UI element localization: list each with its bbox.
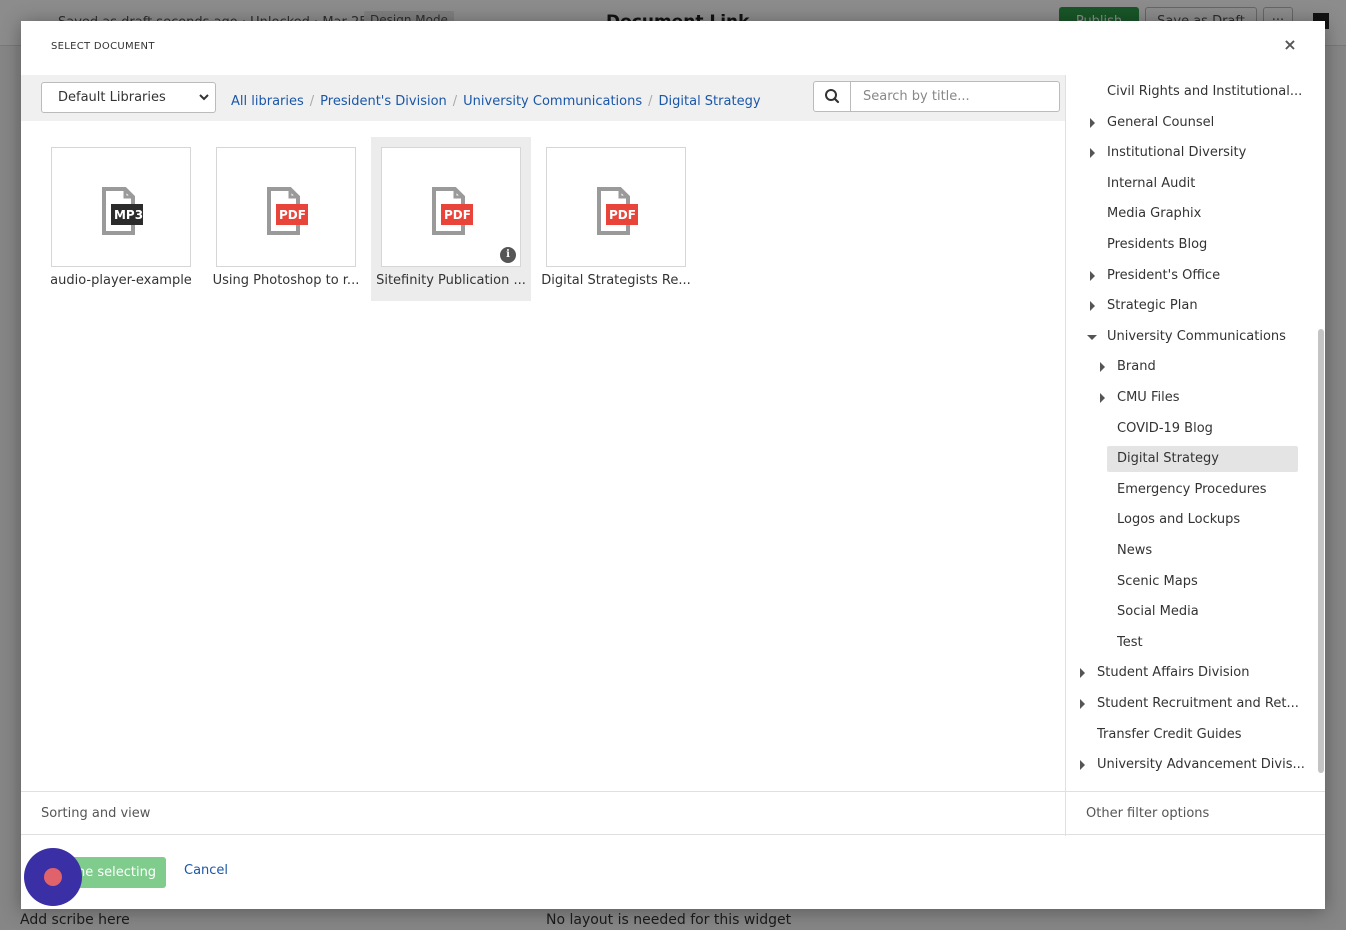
breadcrumb-digital-strategy[interactable]: Digital Strategy <box>659 94 761 109</box>
library-tree-pane: Civil Rights and Institutional... General… <box>1065 75 1325 791</box>
tree-item[interactable]: News <box>1117 538 1314 564</box>
options-row: Sorting and view Other filter options <box>21 791 1325 836</box>
caret-right-icon[interactable] <box>1090 301 1095 312</box>
breadcrumb-presidents-division[interactable]: President's Division <box>320 94 447 109</box>
svg-text:PDF: PDF <box>444 208 471 222</box>
document-thumbnail: PDF i <box>381 147 521 267</box>
document-title: Using Photoshop to r... <box>212 273 360 288</box>
caret-right-icon[interactable] <box>1090 148 1095 159</box>
caret-right-icon[interactable] <box>1100 393 1105 403</box>
close-icon[interactable]: × <box>1279 34 1301 56</box>
document-tile[interactable]: PDF Using Photoshop to r... <box>206 137 366 301</box>
tree-item[interactable]: Institutional Diversity <box>1107 140 1314 166</box>
tree-item[interactable]: General Counsel <box>1107 110 1314 136</box>
tree-item[interactable]: Student Affairs Division <box>1097 660 1314 686</box>
info-icon[interactable]: i <box>500 247 516 263</box>
search-button[interactable] <box>814 82 851 111</box>
tree-scrollbar[interactable] <box>1318 75 1325 773</box>
library-select-value: Default Libraries <box>58 90 166 105</box>
document-thumbnail: PDF <box>546 147 686 267</box>
tree-item-active[interactable]: Digital Strategy <box>1107 446 1298 473</box>
caret-right-icon[interactable] <box>1100 362 1105 373</box>
search-icon <box>814 89 851 115</box>
tree-item[interactable]: President's Office <box>1107 263 1314 289</box>
document-tile-selected[interactable]: PDF i Sitefinity Publication ... <box>371 137 531 301</box>
tree-item[interactable]: Presidents Blog <box>1107 232 1314 258</box>
svg-text:PDF: PDF <box>279 208 306 222</box>
breadcrumb-all-libraries[interactable]: All libraries <box>231 94 304 109</box>
caret-right-icon[interactable] <box>1090 270 1095 281</box>
tree-item[interactable]: University Communications <box>1107 324 1314 350</box>
caret-right-icon[interactable] <box>1080 668 1085 679</box>
other-filter-options-link[interactable]: Other filter options <box>1086 806 1209 821</box>
svg-text:PDF: PDF <box>609 208 636 222</box>
documents-pane: Default Libraries All libraries / Presiden… <box>21 75 1065 791</box>
pdf-file-icon: PDF <box>597 187 638 235</box>
tree-item[interactable]: Brand <box>1117 354 1314 380</box>
tree-item[interactable]: Student Recruitment and Ret... <box>1097 691 1314 717</box>
tree-item[interactable]: Transfer Credit Guides <box>1097 722 1314 748</box>
documents-toolbar: Default Libraries All libraries / Presiden… <box>21 75 1065 121</box>
document-thumbnail: MP3 <box>51 147 191 267</box>
tree-item[interactable]: Emergency Procedures <box>1117 477 1314 503</box>
document-grid: MP3 audio-player-example PDF Using Photo… <box>21 137 1065 357</box>
svg-text:MP3: MP3 <box>114 208 143 222</box>
tree-item[interactable]: CMU Files <box>1117 385 1314 411</box>
library-select[interactable]: Default Libraries <box>41 82 216 113</box>
caret-right-icon[interactable] <box>1090 117 1095 128</box>
divider <box>1065 792 1066 836</box>
document-title: audio-player-example <box>50 273 192 288</box>
tree-item[interactable]: Social Media <box>1117 599 1314 625</box>
document-title: Sitefinity Publication ... <box>376 273 526 288</box>
recording-widget[interactable] <box>24 848 82 906</box>
sorting-and-view-link[interactable]: Sorting and view <box>41 806 150 821</box>
mp3-file-icon: MP3 <box>102 187 143 235</box>
dialog-title: SELECT DOCUMENT <box>51 41 155 52</box>
caret-right-icon[interactable] <box>1080 699 1085 709</box>
search-box <box>813 81 1060 112</box>
pdf-file-icon: PDF <box>432 187 473 235</box>
caret-right-icon[interactable] <box>1080 760 1085 771</box>
tree-item[interactable]: Media Graphix <box>1107 201 1314 227</box>
chevron-down-icon <box>199 83 209 123</box>
document-title: Digital Strategists Re... <box>541 273 691 288</box>
tree-item[interactable]: University Advancement Divis... <box>1097 752 1314 778</box>
caret-down-icon[interactable] <box>1087 334 1097 340</box>
breadcrumb-separator: / <box>648 94 653 109</box>
tree-item[interactable]: COVID-19 Blog <box>1117 416 1314 442</box>
record-icon <box>44 868 62 886</box>
breadcrumb-university-communications[interactable]: University Communications <box>463 94 642 109</box>
dialog-header: SELECT DOCUMENT × <box>21 21 1325 75</box>
tree-item[interactable]: Civil Rights and Institutional... <box>1107 79 1314 105</box>
breadcrumb-separator: / <box>309 94 315 109</box>
pdf-file-icon: PDF <box>267 187 308 235</box>
tree-item[interactable]: Internal Audit <box>1107 171 1314 197</box>
cancel-button[interactable]: Cancel <box>184 863 228 878</box>
document-tile[interactable]: PDF Digital Strategists Re... <box>536 137 696 301</box>
dialog-actions: Done selecting Cancel <box>21 835 1325 909</box>
breadcrumb: All libraries / President's Division / Unive… <box>231 94 761 109</box>
document-tile[interactable]: MP3 audio-player-example <box>41 137 201 301</box>
select-document-dialog: SELECT DOCUMENT × Default Libraries All … <box>21 21 1325 909</box>
tree-item[interactable]: Scenic Maps <box>1117 569 1314 595</box>
scrollbar-thumb[interactable] <box>1318 329 1324 773</box>
tree-item[interactable]: Strategic Plan <box>1107 293 1314 319</box>
tree-item[interactable]: Test <box>1117 630 1314 656</box>
tree-item[interactable]: Logos and Lockups <box>1117 507 1314 533</box>
document-thumbnail: PDF <box>216 147 356 267</box>
search-input[interactable] <box>852 82 1057 111</box>
breadcrumb-separator: / <box>452 94 458 109</box>
